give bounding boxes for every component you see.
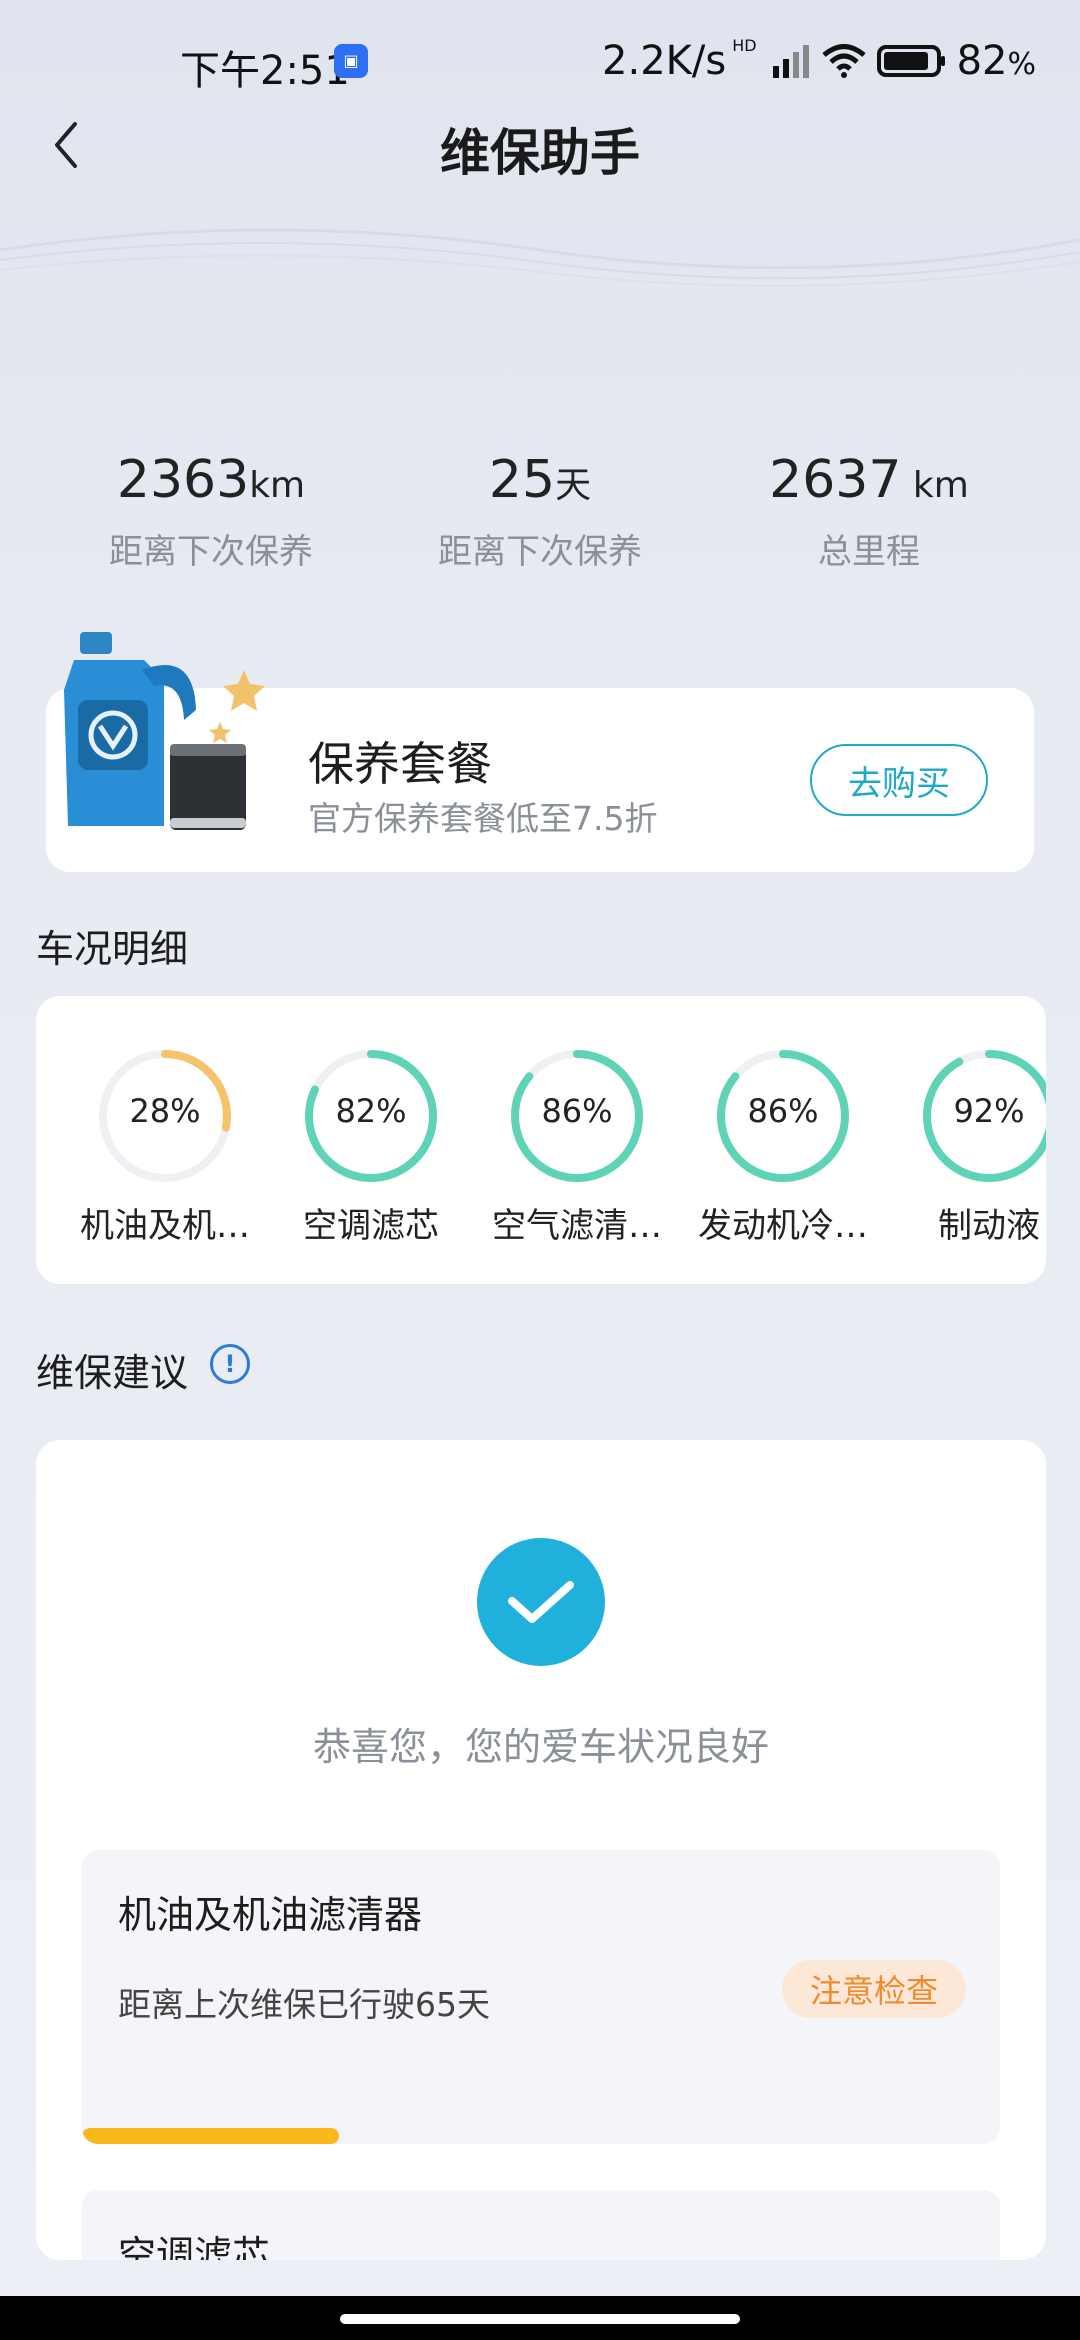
gauge-item[interactable]: 28% 机油及机… — [70, 1046, 260, 1247]
gauge-item[interactable]: 92% 制动液 — [894, 1046, 1046, 1247]
gauge-label: 空调滤芯 — [303, 1206, 439, 1246]
network-speed: 2.2K/s — [602, 38, 727, 84]
condition-card: 28% 机油及机… 82% 空调滤芯 86% 空气滤清… 86% 发动机冷… 9… — [36, 996, 1046, 1284]
checkmark-icon — [508, 1581, 574, 1623]
gauge-item[interactable]: 86% 发动机冷… — [688, 1046, 878, 1247]
signal-icon — [772, 45, 809, 78]
buy-button[interactable]: 去购买 — [810, 744, 988, 816]
advice-progress-bar — [82, 2128, 340, 2144]
status-ok-text: 恭喜您，您的爱车状况良好 — [312, 1725, 769, 1769]
info-icon[interactable]: ! — [210, 1344, 250, 1384]
page-title: 维保助手 — [440, 124, 640, 182]
battery-level: 82% — [956, 38, 1036, 84]
attention-badge: 注意检查 — [782, 1960, 966, 2018]
advice-item-title: 机油及机油滤清器 — [118, 1893, 423, 1937]
gauge-percent: 86% — [747, 1092, 819, 1130]
advice-item[interactable]: 空调滤芯 — [82, 2190, 1000, 2260]
status-time: 下午2:51 — [180, 48, 350, 94]
gauge-percent: 92% — [953, 1092, 1025, 1130]
gauge-label: 空气滤清… — [492, 1206, 662, 1246]
package-title: 保养套餐 — [308, 737, 492, 791]
page-header: 维保助手 — [0, 95, 1080, 195]
car-app-icon: ▣ — [334, 44, 368, 78]
stat-next-distance: 2363km 距离下次保养 — [109, 450, 313, 572]
status-right: 2.2K/s HD 82% — [602, 35, 1036, 85]
stat-next-days: 25天 距离下次保养 — [438, 450, 642, 572]
advice-item-title: 空调滤芯 — [118, 2233, 271, 2260]
hd-badge: HD — [732, 35, 757, 55]
condition-section-title: 车况明细 — [36, 927, 189, 971]
maintenance-stats: 2363km 距离下次保养 25天 距离下次保养 2637 km 总里程 — [0, 450, 1080, 580]
wifi-icon — [821, 44, 866, 78]
status-ok-indicator — [477, 1538, 605, 1666]
gauge-label: 机油及机… — [80, 1206, 250, 1246]
gauge-item[interactable]: 82% 空调滤芯 — [276, 1046, 466, 1247]
battery-icon — [876, 45, 945, 77]
gauge-percent: 82% — [335, 1092, 407, 1130]
stat-total-mileage: 2637 km 总里程 — [769, 450, 969, 572]
gauge-percent: 28% — [129, 1092, 201, 1130]
home-indicator[interactable] — [340, 2314, 740, 2324]
advice-card: 恭喜您，您的爱车状况良好 机油及机油滤清器 距离上次维保已行驶65天 注意检查 … — [36, 1440, 1046, 2260]
package-subtitle: 官方保养套餐低至7.5折 — [308, 799, 658, 838]
gauge-item[interactable]: 86% 空气滤清… — [482, 1046, 672, 1247]
advice-item-subtitle: 距离上次维保已行驶65天 — [118, 1985, 490, 2024]
gauge-label: 制动液 — [938, 1206, 1040, 1246]
decorative-wave — [0, 228, 1080, 287]
gauge-percent: 86% — [541, 1092, 613, 1130]
oil-bottle-icon — [64, 632, 265, 830]
advice-item[interactable]: 机油及机油滤清器 距离上次维保已行驶65天 注意检查 — [82, 1850, 1000, 2144]
gauge-label: 发动机冷… — [698, 1206, 868, 1246]
advice-section-title: 维保建议 — [36, 1351, 189, 1395]
